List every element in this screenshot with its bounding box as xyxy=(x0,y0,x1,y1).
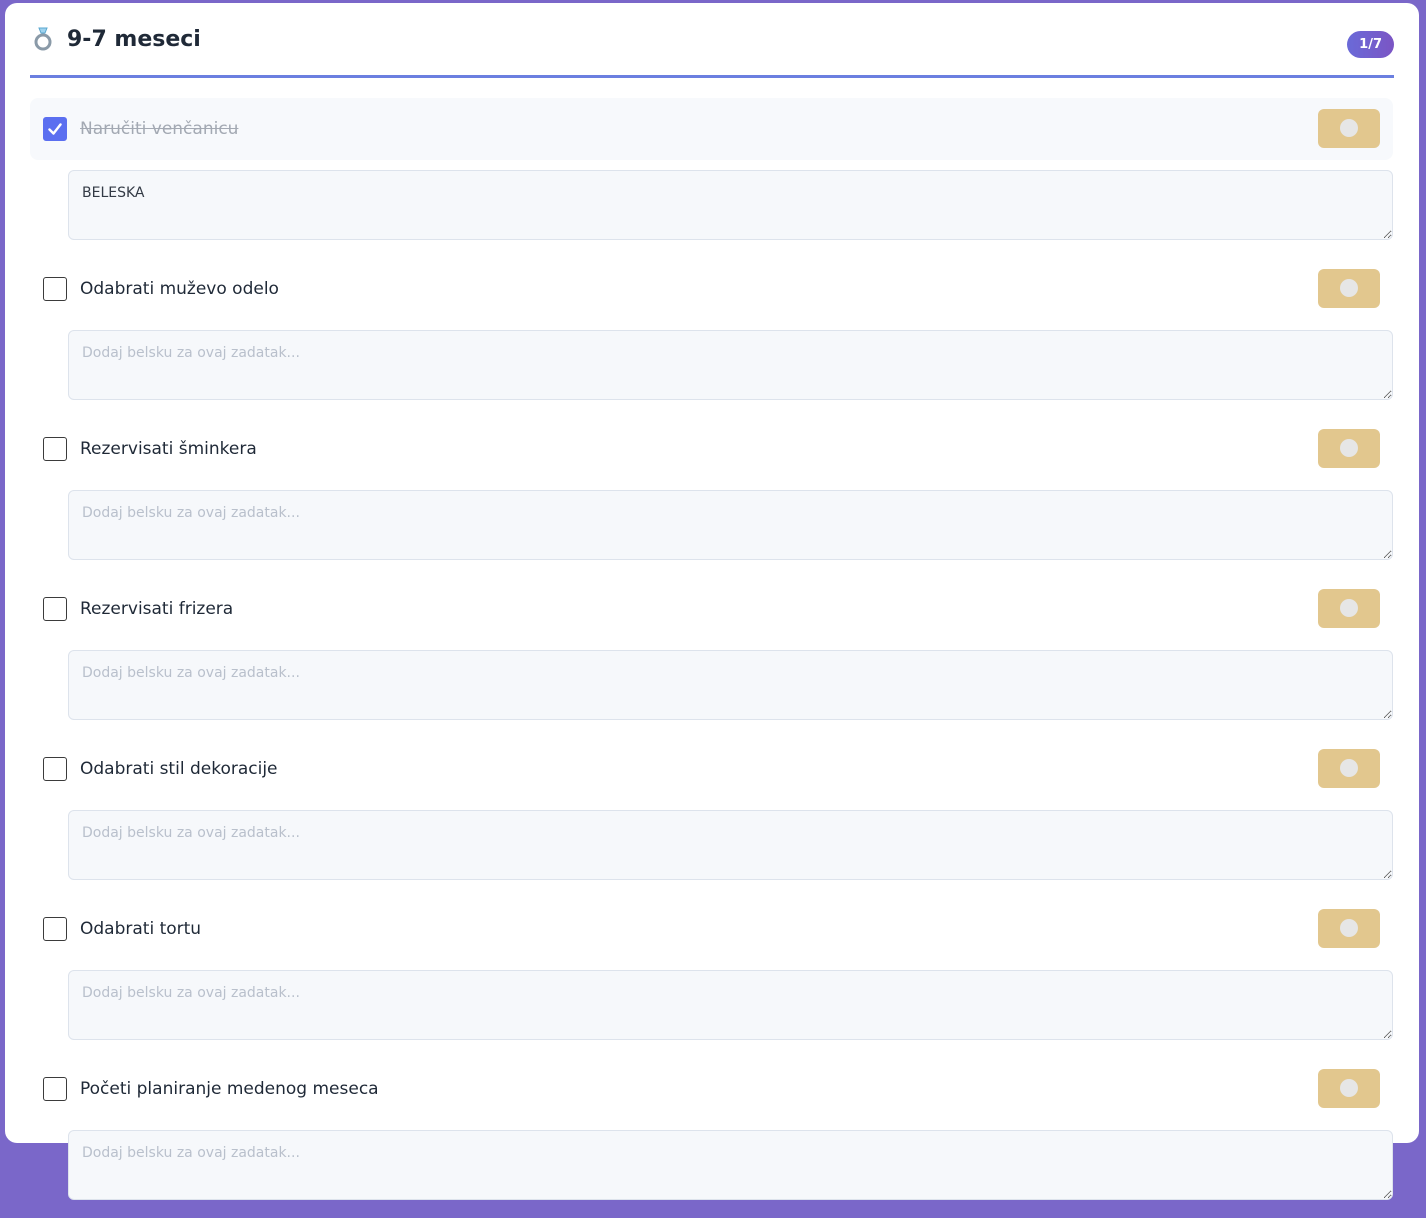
task-toggle[interactable] xyxy=(1318,269,1380,308)
task-checkbox[interactable] xyxy=(43,1077,67,1101)
task-row: Odabrati tortu xyxy=(30,898,1393,960)
task-item: Odabrati muževo odelo xyxy=(30,258,1394,418)
task-row: Rezervisati frizera xyxy=(30,578,1393,640)
section-header: 9-7 meseci 1/7 xyxy=(30,3,1394,78)
ring-icon xyxy=(31,25,55,53)
task-note-field[interactable] xyxy=(68,810,1393,880)
task-row: Odabrati stil dekoracije xyxy=(30,738,1393,800)
task-item: Odabrati stil dekoracije xyxy=(30,738,1394,898)
task-label: Odabrati stil dekoracije xyxy=(80,759,278,779)
task-note-field[interactable] xyxy=(68,970,1393,1040)
task-row: Naručiti venčanicu xyxy=(30,98,1393,160)
task-checkbox[interactable] xyxy=(43,277,67,301)
task-toggle[interactable] xyxy=(1318,749,1380,788)
task-label: Odabrati tortu xyxy=(80,919,202,939)
task-label: Naručiti venčanicu xyxy=(80,119,239,139)
checkmark-icon xyxy=(48,123,62,135)
task-checkbox[interactable] xyxy=(43,597,67,621)
task-checkbox[interactable] xyxy=(43,437,67,461)
task-item: Odabrati tortu xyxy=(30,898,1394,1058)
task-toggle[interactable] xyxy=(1318,429,1380,468)
task-toggle[interactable] xyxy=(1318,1069,1380,1108)
progress-badge: 1/7 xyxy=(1347,31,1394,58)
task-toggle[interactable] xyxy=(1318,109,1380,148)
toggle-knob xyxy=(1340,599,1358,617)
task-list: Naručiti venčanicu Odabrati muževo odelo R… xyxy=(30,98,1394,1218)
toggle-knob xyxy=(1340,439,1358,457)
task-label: Početi planiranje medenog meseca xyxy=(80,1079,379,1099)
task-label: Rezervisati frizera xyxy=(80,599,234,619)
task-item: Rezervisati šminkera xyxy=(30,418,1394,578)
task-note-field[interactable] xyxy=(68,490,1393,560)
toggle-knob xyxy=(1340,1079,1358,1097)
section-title: 9-7 meseci xyxy=(67,26,201,52)
task-note-field[interactable] xyxy=(68,650,1393,720)
task-checkbox[interactable] xyxy=(43,917,67,941)
toggle-knob xyxy=(1340,919,1358,937)
checklist-card: 9-7 meseci 1/7 Naručiti venčanicu Odabrat… xyxy=(5,3,1419,1200)
task-label: Odabrati muževo odelo xyxy=(80,279,279,299)
task-note-field[interactable] xyxy=(68,330,1393,400)
task-row: Početi planiranje medenog meseca xyxy=(30,1058,1393,1120)
toggle-knob xyxy=(1340,119,1358,137)
toggle-knob xyxy=(1340,279,1358,297)
task-row: Rezervisati šminkera xyxy=(30,418,1393,480)
task-item: Početi planiranje medenog meseca xyxy=(30,1058,1394,1218)
task-note-field[interactable] xyxy=(68,170,1393,240)
task-checkbox[interactable] xyxy=(43,757,67,781)
task-checkbox[interactable] xyxy=(43,117,67,141)
task-label: Rezervisati šminkera xyxy=(80,439,257,459)
task-note-field[interactable] xyxy=(68,1130,1393,1200)
task-row: Odabrati muževo odelo xyxy=(30,258,1393,320)
toggle-knob xyxy=(1340,759,1358,777)
task-toggle[interactable] xyxy=(1318,589,1380,628)
task-toggle[interactable] xyxy=(1318,909,1380,948)
task-item: Rezervisati frizera xyxy=(30,578,1394,738)
task-item: Naručiti venčanicu xyxy=(30,98,1394,258)
